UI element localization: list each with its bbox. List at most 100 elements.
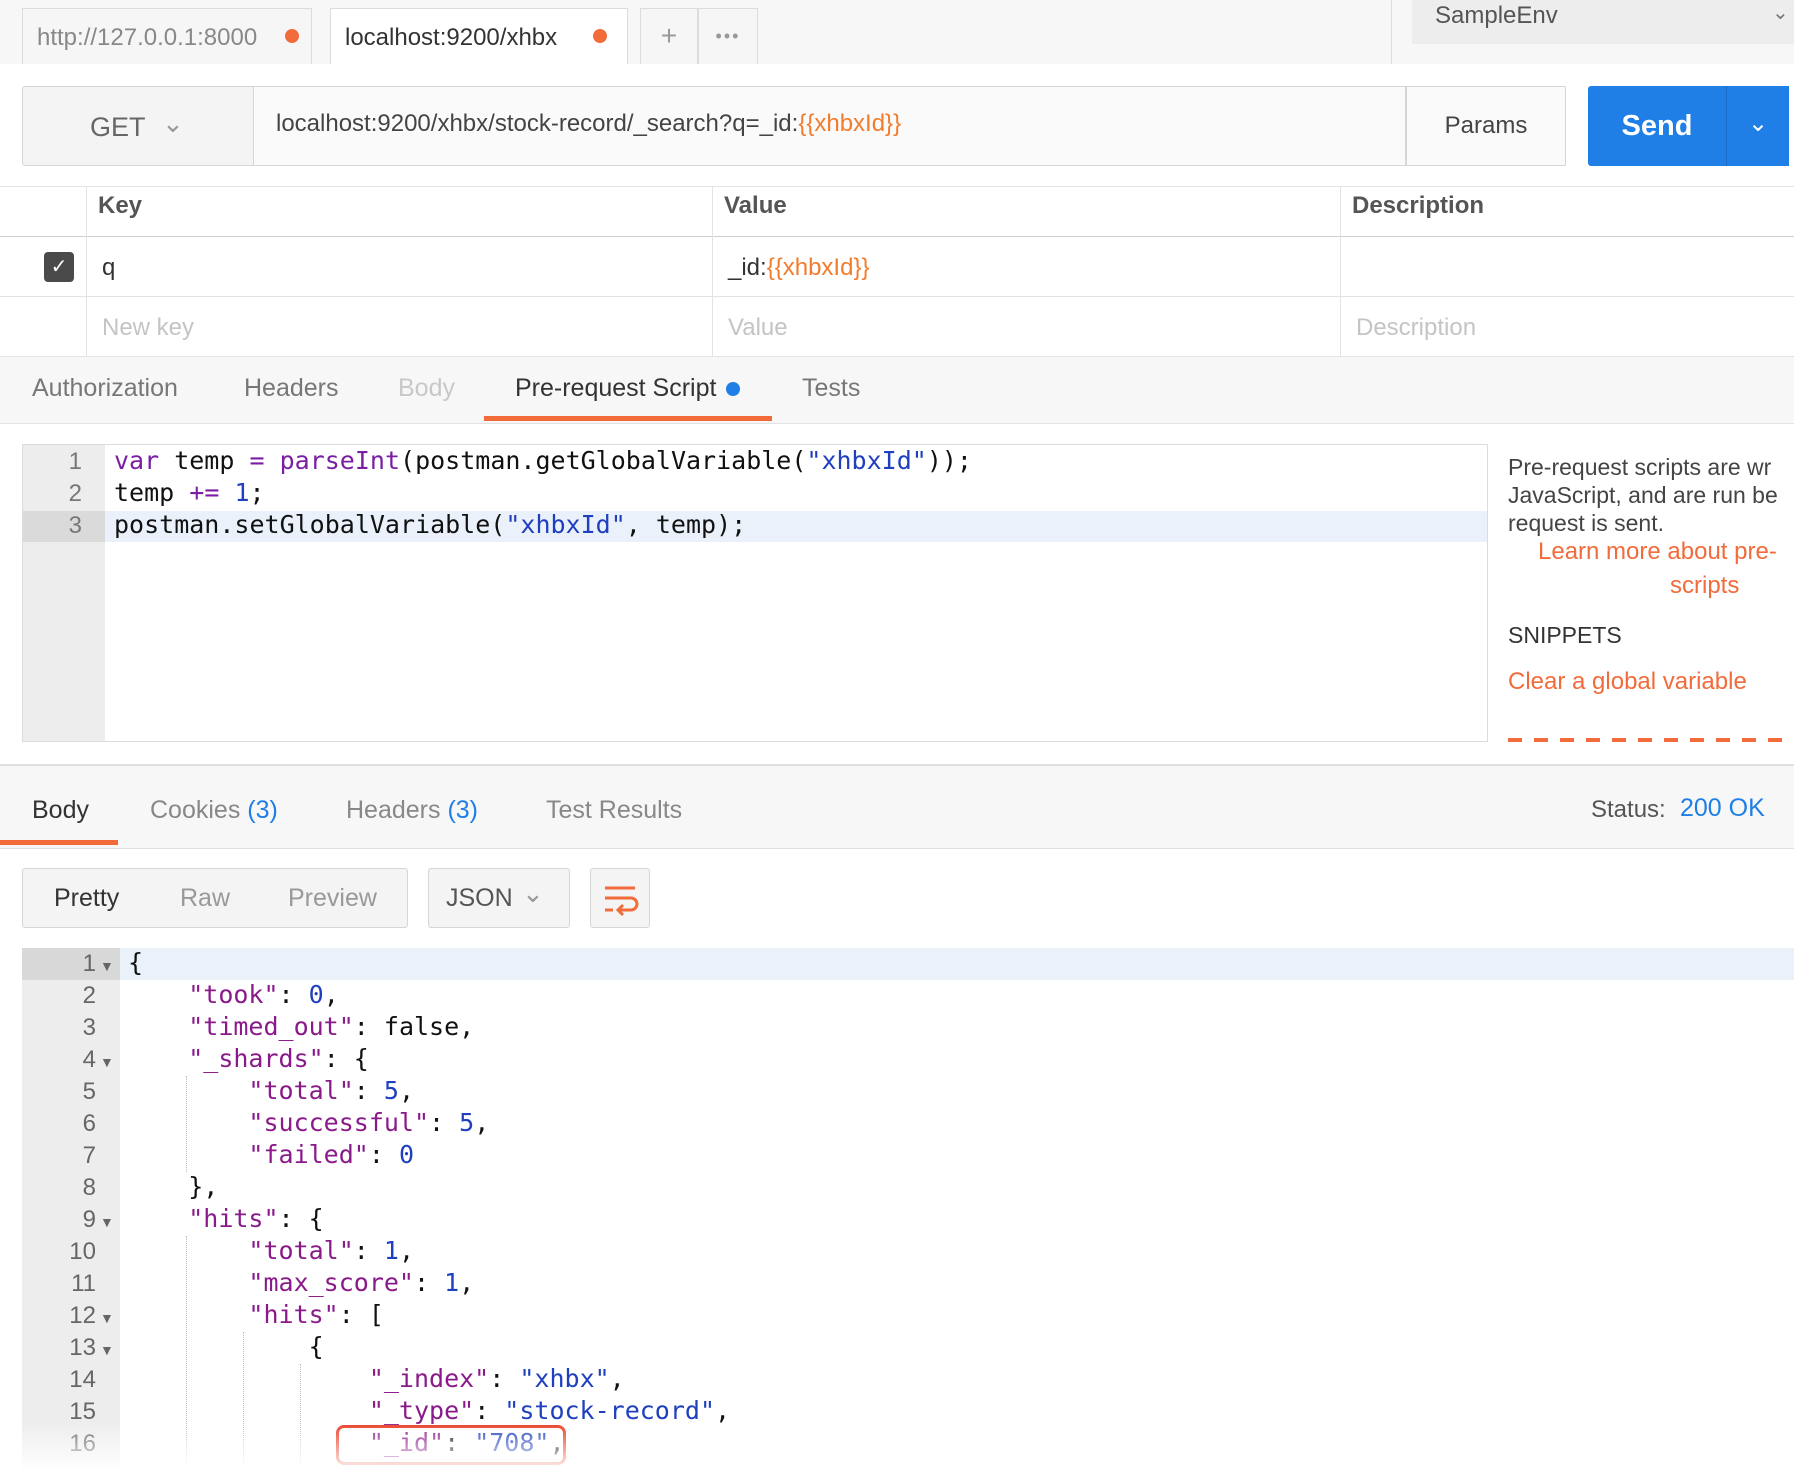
request-tab-2-label: localhost:9200/xhbx [345,24,558,51]
params-header-description: Description [1352,192,1485,219]
modified-dot-icon [726,382,740,396]
json-line-number: 12 [69,1302,96,1329]
new-tab-button[interactable]: + [640,8,698,64]
fold-arrow-icon[interactable]: ▼ [100,1342,114,1358]
json-line-number: 11 [71,1270,96,1297]
plus-icon: + [660,20,678,51]
chevron-down-icon: ⌄ [162,108,184,138]
json-line-9: "hits": { [188,1204,324,1233]
script-line-3: postman.setGlobalVariable("xhbxId", temp… [114,510,747,539]
json-line-number: 9 [82,1206,96,1233]
url-variable: {{xhbxId}} [798,110,902,137]
fold-arrow-icon[interactable]: ▼ [100,1054,114,1070]
method-label: GET [90,112,146,142]
tab-body[interactable]: Body [398,374,455,403]
learn-more-link[interactable]: Learn more about pre- [1538,538,1777,566]
status-badge: 200 OK [1680,794,1765,822]
params-header-key: Key [98,192,143,219]
script-line-number: 3 [68,512,82,539]
param-value-input[interactable]: _id:{{xhbxId}} [728,254,869,282]
json-line-3: "timed_out": false, [188,1012,475,1041]
status-label: Status: [1591,796,1666,823]
active-line-highlight [120,948,1794,980]
chevron-down-icon: ⌄ [1772,2,1789,24]
json-line-number: 7 [82,1142,96,1169]
snippet-cutoff [1508,734,1794,742]
active-tab-indicator [0,840,118,845]
unsaved-dot-icon [285,29,299,43]
param-value-prefix: _id: [728,254,767,281]
wrap-lines-button[interactable] [590,868,650,928]
cookies-label: Cookies [150,796,241,824]
tab-pre-request-script[interactable]: Pre-request Script [515,374,716,403]
send-button[interactable]: Send [1588,86,1726,166]
json-line-number: 2 [82,982,96,1009]
send-dropdown-button[interactable]: ⌄ [1726,86,1789,166]
fold-arrow-icon[interactable]: ▼ [100,1310,114,1326]
fold-arrow-icon[interactable]: ▼ [100,958,114,974]
new-description-input[interactable]: Description [1356,314,1476,342]
params-col-divider [86,186,87,356]
environment-label: SampleEnv [1435,2,1558,29]
response-tab-cookies[interactable]: Cookies (3) [150,796,278,825]
script-line-number: 2 [68,480,82,507]
snippet-clear-global-variable[interactable]: Clear a global variable [1508,668,1747,696]
new-value-input[interactable]: Value [728,314,788,342]
checkmark-icon: ✓ [50,256,68,278]
response-tab-body[interactable]: Body [32,796,89,825]
more-icon: ••• [715,26,741,46]
json-line-10: "total": 1, [248,1236,415,1265]
json-line-number: 1 [82,950,96,977]
active-tab-indicator [484,416,772,421]
new-key-input[interactable]: New key [102,314,194,342]
help-text-line-2: JavaScript, and are run be [1508,482,1778,508]
json-line-number: 8 [82,1174,96,1201]
snippets-title: SNIPPETS [1508,622,1622,648]
json-line-number: 3 [82,1014,96,1041]
request-tab-2[interactable]: localhost:9200/xhbx [330,8,628,65]
view-preview-button[interactable]: Preview [288,884,377,913]
tab-authorization[interactable]: Authorization [32,374,178,403]
view-pretty-button[interactable]: Pretty [54,884,119,913]
response-tab-test-results[interactable]: Test Results [546,796,682,825]
highlight-annotation-box [336,1425,566,1465]
url-text: localhost:9200/xhbx/stock-record/_search… [276,110,901,138]
json-line-13: { [128,1332,324,1361]
chevron-down-icon: ⌄ [522,878,544,908]
params-col-divider [712,186,713,356]
param-value-variable: {{xhbxId}} [766,254,870,281]
params-row-border [0,296,1794,297]
json-line-number: 4 [82,1046,96,1073]
cookies-count: (3) [247,796,278,824]
headers-count: (3) [447,796,479,824]
param-enabled-checkbox[interactable]: ✓ [44,252,74,282]
learn-more-link-continued[interactable]: scripts [1670,572,1739,600]
tab-tests[interactable]: Tests [802,374,860,403]
fold-arrow-icon[interactable]: ▼ [100,1214,114,1230]
json-line-number: 13 [69,1334,96,1361]
env-separator [1391,0,1392,64]
params-button[interactable]: Params [1406,86,1566,166]
wrap-icon [605,886,639,917]
script-line-number: 1 [68,448,82,475]
help-text-line-3: request is sent. [1508,510,1664,536]
response-tab-headers[interactable]: Headers (3) [346,796,478,825]
headers-label: Headers [346,796,441,824]
json-line-number: 16 [69,1430,96,1457]
help-text-line-1: Pre-request scripts are wr [1508,454,1772,480]
request-tab-1-label: http://127.0.0.1:8000 [37,24,258,51]
json-line-2: "took": 0, [188,980,339,1009]
params-header-value: Value [724,192,787,219]
json-line-15: "_type": "stock-record", [368,1396,731,1425]
chevron-down-icon: ⌄ [1747,110,1769,137]
json-line-4: "_shards": { [188,1044,369,1073]
view-raw-button[interactable]: Raw [180,884,230,913]
param-key-input[interactable]: q [102,254,115,282]
more-tabs-button[interactable]: ••• [698,8,758,64]
json-line-6: "successful": 5, [248,1108,490,1137]
request-tab-1[interactable]: http://127.0.0.1:8000 [22,8,312,64]
tab-headers[interactable]: Headers [244,374,339,403]
json-line-number: 14 [69,1366,96,1393]
script-line-1: var temp = parseInt(postman.getGlobalVar… [114,446,972,475]
json-line-1: { [128,948,144,977]
